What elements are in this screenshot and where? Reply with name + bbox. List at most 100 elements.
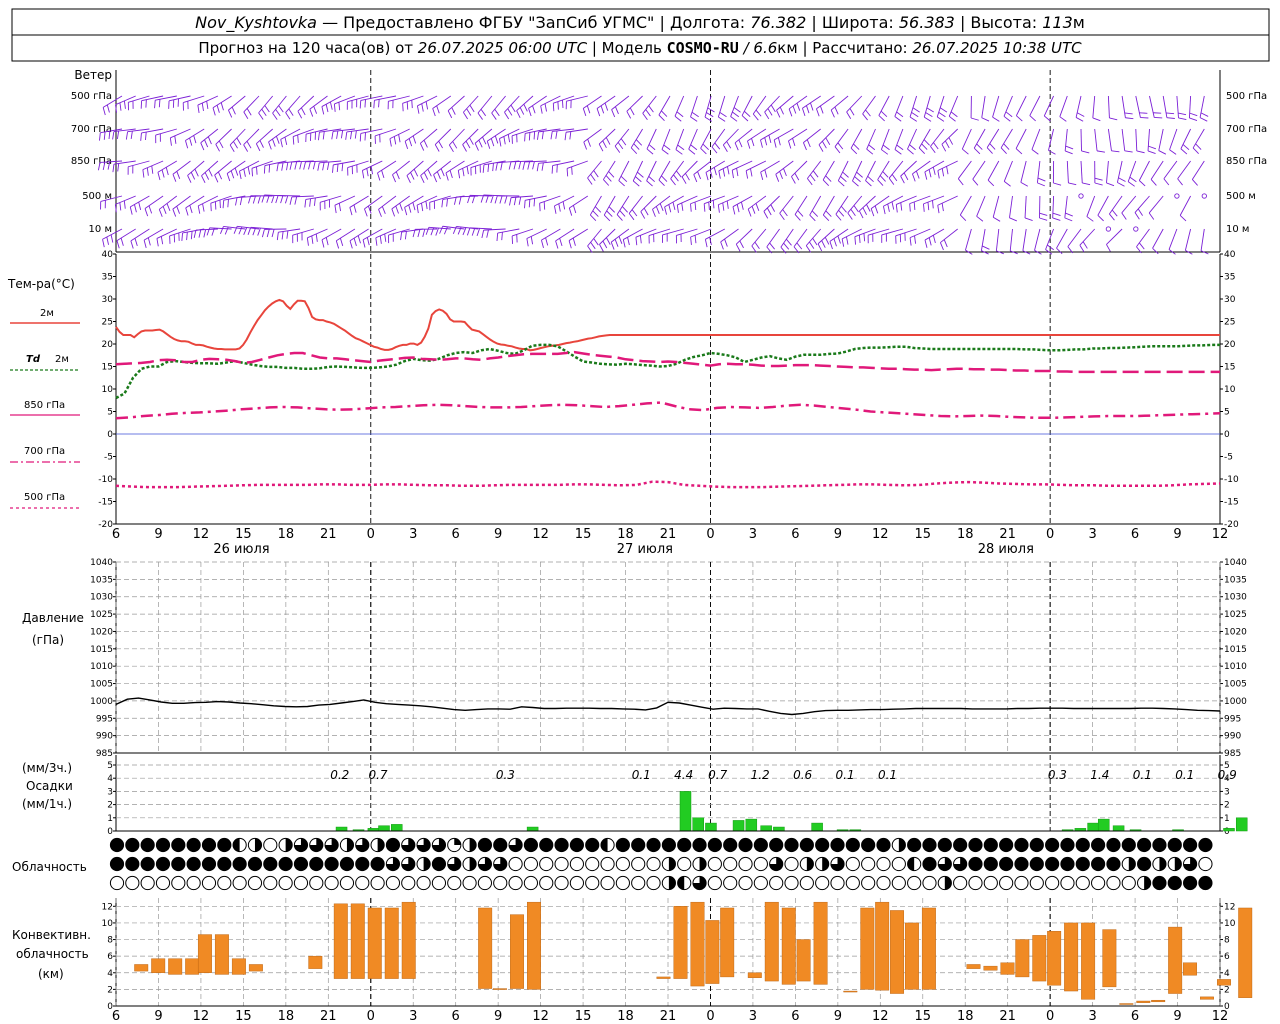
wind-barb-feather bbox=[571, 166, 573, 175]
cloud-circle bbox=[293, 875, 309, 891]
wind-barb bbox=[540, 95, 561, 107]
wind-barb-feather bbox=[112, 131, 115, 140]
wind-barb-feather bbox=[661, 110, 668, 117]
temp-xtick: 15 bbox=[575, 527, 592, 542]
wind-barb bbox=[1121, 95, 1126, 118]
wind-barb-feather bbox=[733, 107, 741, 113]
wind-barb-feather bbox=[992, 216, 1001, 222]
precip-bar bbox=[1097, 818, 1110, 832]
temp-ytick-right: 40 bbox=[1224, 250, 1236, 260]
cloud-symbol bbox=[401, 837, 416, 853]
wind-barb bbox=[1200, 228, 1205, 251]
wind-barb-feather bbox=[402, 103, 404, 112]
wind-barb-feather bbox=[255, 143, 261, 152]
conv-bar bbox=[904, 922, 919, 990]
cloud-half-icon bbox=[469, 838, 477, 852]
wind-barb-feather bbox=[933, 142, 939, 150]
wind-barb bbox=[1064, 195, 1068, 218]
wind-barb-feather bbox=[208, 169, 213, 177]
wind-barb-feather bbox=[251, 168, 253, 177]
cloud-full-icon bbox=[371, 857, 385, 871]
cloud-circle bbox=[861, 856, 876, 872]
wind-barb-feather bbox=[539, 203, 541, 212]
wind-barb-feather bbox=[705, 172, 709, 181]
wind-barb bbox=[1000, 128, 1013, 149]
wind-barb bbox=[214, 160, 232, 176]
cloud-symbol bbox=[385, 856, 401, 872]
wind-barb-feather bbox=[938, 111, 946, 118]
wind-label: Ветер bbox=[74, 68, 112, 82]
wind-barb-feather bbox=[190, 231, 193, 240]
conv-bar bbox=[656, 976, 671, 979]
wind-barb-feather bbox=[440, 168, 445, 177]
pressure-ytick-left: 990 bbox=[96, 732, 113, 742]
temp-ytick-left: 5 bbox=[107, 408, 113, 418]
wind-barb-feather bbox=[285, 195, 289, 204]
conv-xtick: 21 bbox=[660, 1009, 677, 1024]
temp-ytick-left: 15 bbox=[102, 363, 113, 373]
wind-barb-feather bbox=[564, 132, 567, 141]
cloud-symbol bbox=[523, 856, 539, 872]
wind-barb-feather bbox=[713, 167, 717, 176]
temp-ytick-right: 20 bbox=[1224, 340, 1236, 350]
wind-barb-feather bbox=[928, 237, 932, 246]
wind-barb bbox=[1109, 195, 1123, 215]
cloud-full-icon bbox=[294, 857, 308, 871]
wind-barb-feather bbox=[494, 135, 499, 144]
wind-barb bbox=[900, 160, 917, 177]
precip-bar bbox=[811, 822, 823, 832]
wind-barb-feather bbox=[143, 240, 147, 248]
wind-barb-feather bbox=[190, 172, 196, 180]
wind-barb-feather bbox=[495, 162, 498, 171]
wind-barb-feather bbox=[1158, 150, 1167, 155]
precip-bar bbox=[378, 825, 390, 832]
wind-barb-feather bbox=[865, 109, 871, 117]
wind-barb-feather bbox=[850, 147, 858, 155]
cloud-full-icon bbox=[217, 857, 231, 871]
cloud-circle bbox=[677, 856, 692, 872]
precip-ytick-left: 2 bbox=[107, 801, 113, 811]
wind-barb-feather bbox=[158, 209, 163, 217]
wind-barb-feather bbox=[1138, 242, 1145, 250]
cloud-full-icon bbox=[110, 857, 124, 871]
wind-barb-feather bbox=[1037, 177, 1046, 182]
wind-barb-feather bbox=[600, 105, 605, 114]
conv-bar bbox=[168, 958, 183, 975]
wind-barb-feather bbox=[304, 199, 307, 208]
wind-barb-feather bbox=[1052, 217, 1061, 221]
wind-barb-feather bbox=[562, 100, 564, 109]
model-resolution: / 6.6 bbox=[739, 39, 777, 57]
cloud-symbol bbox=[1045, 875, 1060, 891]
wind-barb-feather bbox=[501, 232, 503, 241]
cloud-full-icon bbox=[815, 838, 829, 852]
cloud-symbol bbox=[983, 837, 998, 853]
wind-barb-feather bbox=[923, 139, 930, 146]
temp-ytick-left: -15 bbox=[98, 498, 113, 508]
wind-barb-feather bbox=[913, 201, 916, 210]
wind-barb-feather bbox=[717, 204, 720, 213]
wind-barb-feather bbox=[490, 195, 494, 204]
wind-barb bbox=[752, 95, 767, 115]
cloud-symbol bbox=[1198, 856, 1213, 872]
wind-barb-feather bbox=[509, 197, 512, 206]
cloud-circle bbox=[799, 875, 814, 891]
cloud-symbol bbox=[1106, 837, 1121, 853]
conv-xtick: 6 bbox=[452, 1009, 460, 1024]
cloud-symbol bbox=[1121, 856, 1136, 872]
wind-barb bbox=[491, 95, 506, 114]
wind-barb-feather bbox=[154, 100, 156, 109]
wind-barb bbox=[1152, 228, 1164, 249]
wind-barb bbox=[803, 128, 821, 143]
conv-bar bbox=[1183, 962, 1197, 976]
wind-barb-feather bbox=[321, 106, 325, 115]
precip-ytick-right: 1 bbox=[1224, 814, 1230, 824]
wind-barb-feather bbox=[594, 206, 602, 213]
wind-barb bbox=[618, 160, 630, 181]
wind-barb bbox=[1031, 128, 1041, 150]
cloud-symbol bbox=[155, 875, 171, 891]
cloud-full-icon bbox=[938, 838, 952, 852]
wind-barb-feather bbox=[125, 131, 129, 140]
wind-barb-feather bbox=[325, 237, 329, 246]
cloud-symbol bbox=[615, 875, 630, 891]
wind-barb-feather bbox=[1048, 150, 1056, 155]
